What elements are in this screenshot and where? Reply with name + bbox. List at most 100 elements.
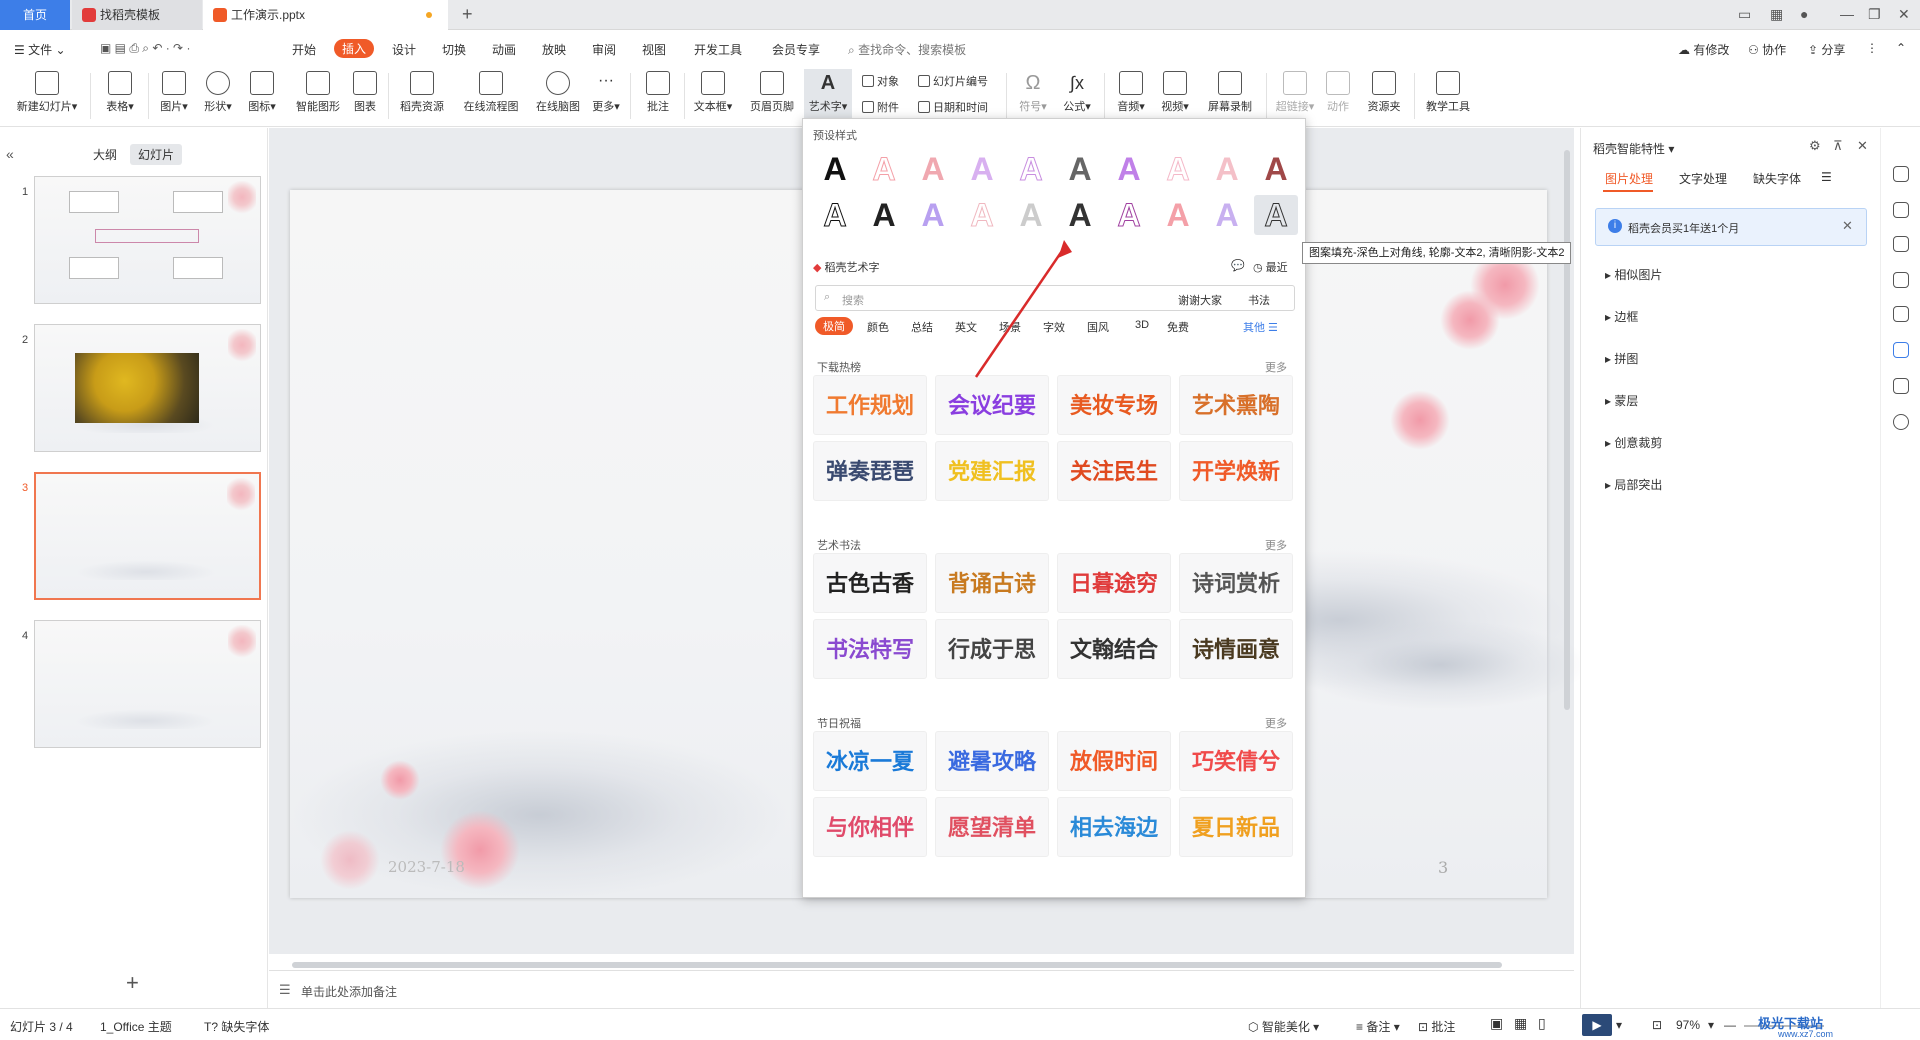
modified-button[interactable]: ☁ 有修改 — [1678, 41, 1729, 58]
minimize-icon[interactable]: — — [1840, 6, 1854, 22]
tab-docer-templates[interactable]: 找稻壳模板 — [72, 0, 202, 30]
teaching-tool-button[interactable]: 教学工具 — [1422, 71, 1474, 114]
zoom-out-button[interactable]: — — [1724, 1018, 1736, 1032]
hyperlink-button[interactable]: 超链接▾ — [1274, 71, 1316, 114]
avatar[interactable]: ● — [1800, 6, 1808, 22]
wordart-template-card[interactable]: 行成于思 — [935, 619, 1049, 679]
slide-thumb-1[interactable] — [34, 176, 261, 304]
quick-access-icons[interactable]: ▣ ▤ ⎙ ⌕ ↶ · ↷ · — [100, 41, 190, 56]
menu-start[interactable]: 开始 — [292, 41, 316, 58]
tab-outline[interactable]: 大纲 — [85, 144, 125, 165]
smart-feature-icon[interactable] — [1893, 342, 1909, 358]
grid-icon[interactable]: ▦ — [1770, 6, 1783, 23]
normal-view-icon[interactable]: ▣ — [1490, 1015, 1503, 1032]
slide-number-button[interactable]: 幻灯片编号 — [918, 73, 988, 89]
share-button[interactable]: ⇪ 分享 — [1808, 41, 1845, 58]
video-button[interactable]: 视频▾ — [1156, 71, 1194, 114]
menu-design[interactable]: 设计 — [392, 41, 416, 58]
tab-text-processing[interactable]: 文字处理 — [1679, 170, 1727, 187]
wordart-template-card[interactable]: 工作规划 — [813, 375, 927, 435]
shape-button[interactable]: 形状▾ — [198, 71, 238, 114]
tab-home[interactable]: 首页 — [0, 0, 70, 30]
wordart-template-card[interactable]: 愿望清单 — [935, 797, 1049, 857]
command-search[interactable]: ⌕ 查找命令、搜索模板 — [848, 41, 966, 58]
wordart-template-card[interactable]: 避暑攻略 — [935, 731, 1049, 791]
menu-transition[interactable]: 切换 — [442, 41, 466, 58]
accordion-similar-images[interactable]: ▸ 相似图片 — [1605, 266, 1662, 283]
copy-icon[interactable] — [1893, 272, 1909, 288]
textbox-button[interactable]: 文本框▾ — [690, 71, 736, 114]
close-banner-icon[interactable]: ✕ — [1842, 218, 1853, 234]
wordart-template-card[interactable]: 与你相伴 — [813, 797, 927, 857]
accordion-creative-crop[interactable]: ▸ 创意裁剪 — [1605, 434, 1662, 451]
accordion-mask[interactable]: ▸ 蒙层 — [1605, 392, 1638, 409]
online-flowchart-button[interactable]: 在线流程图 — [458, 71, 524, 114]
menu-devtools[interactable]: 开发工具 — [694, 41, 742, 58]
comment-button[interactable]: 批注 — [638, 71, 678, 114]
more-button[interactable]: ··· 更多▾ — [590, 71, 622, 114]
icon-button[interactable]: 图标▾ — [242, 71, 282, 114]
adjust-icon[interactable] — [1893, 202, 1909, 218]
file-menu[interactable]: ☰ 文件 ⌄ — [14, 41, 66, 58]
slide-thumb-4[interactable] — [34, 620, 261, 748]
more-icon[interactable]: ⋮ — [1866, 41, 1878, 55]
wordart-template-card[interactable]: 书法特写 — [813, 619, 927, 679]
notes-toggle-button[interactable]: ≡ 备注 ▾ — [1356, 1018, 1400, 1035]
missing-font-button[interactable]: T? 缺失字体 — [204, 1018, 269, 1035]
close-icon[interactable]: ✕ — [1898, 6, 1910, 23]
collab-button[interactable]: ⚇ 协作 — [1748, 41, 1786, 58]
menu-slideshow[interactable]: 放映 — [542, 41, 566, 58]
help-icon[interactable] — [1893, 414, 1909, 430]
smart-beautify-button[interactable]: ⬡ 智能美化 ▾ — [1248, 1018, 1319, 1035]
magic-icon[interactable] — [1893, 236, 1909, 252]
wordart-button[interactable]: A 艺术字▾ — [804, 69, 852, 119]
member-banner[interactable]: i 稻壳会员买1年送1个月 ✕ — [1595, 208, 1867, 246]
menu-member[interactable]: 会员专享 — [772, 41, 820, 58]
fit-window-icon[interactable]: ⊡ — [1652, 1018, 1662, 1032]
panel-title[interactable]: 稻壳智能特性 ▾ — [1593, 140, 1674, 157]
accordion-collage[interactable]: ▸ 拼图 — [1605, 350, 1638, 367]
wordart-template-card[interactable]: 巧笑倩兮 — [1179, 731, 1293, 791]
wordart-template-card[interactable]: 夏日新品 — [1179, 797, 1293, 857]
wordart-template-card[interactable]: 诗情画意 — [1179, 619, 1293, 679]
object-button[interactable]: 对象 — [862, 73, 899, 89]
wordart-template-card[interactable]: 背诵古诗 — [935, 553, 1049, 613]
close-panel-icon[interactable]: ✕ — [1857, 138, 1868, 154]
slide-date[interactable]: 2023-7-18 — [388, 858, 465, 876]
notes-pane[interactable]: ☰ 单击此处添加备注 — [269, 970, 1574, 1008]
new-slide-button[interactable]: 新建幻灯片▾ — [12, 71, 82, 114]
wordart-template-card[interactable]: 古色古香 — [813, 553, 927, 613]
image-edit-icon[interactable] — [1893, 306, 1909, 322]
comment-toggle-button[interactable]: ⊡ 批注 — [1418, 1018, 1455, 1035]
accordion-highlight[interactable]: ▸ 局部突出 — [1605, 476, 1662, 493]
datetime-button[interactable]: 日期和时间 — [918, 99, 988, 115]
rocket-icon[interactable] — [1893, 166, 1909, 182]
tab-slides[interactable]: 幻灯片 — [130, 144, 183, 165]
wordart-template-card[interactable]: 诗词赏析 — [1179, 553, 1293, 613]
zoom-dropdown-icon[interactable]: ▾ — [1708, 1018, 1714, 1032]
slide-page-number[interactable]: 3 — [1438, 858, 1448, 877]
sorter-view-icon[interactable]: ▦ — [1514, 1015, 1527, 1032]
screen-record-button[interactable]: 屏幕录制 — [1202, 71, 1258, 114]
accordion-border[interactable]: ▸ 边框 — [1605, 308, 1638, 325]
play-options-icon[interactable]: ▾ — [1616, 1018, 1622, 1032]
add-slide-button[interactable]: + — [126, 970, 139, 996]
tab-document[interactable]: 工作演示.pptx — [203, 0, 448, 30]
menu-insert[interactable]: 插入 — [334, 39, 375, 58]
tab-menu-icon[interactable]: ☰ — [1821, 170, 1832, 184]
book-icon[interactable] — [1893, 378, 1909, 394]
new-tab-button[interactable]: + — [462, 4, 473, 25]
menu-review[interactable]: 审阅 — [592, 41, 616, 58]
horizontal-scrollbar[interactable] — [292, 962, 1502, 968]
wordart-template-card[interactable]: 关注民生 — [1057, 441, 1171, 501]
slide-thumb-3[interactable] — [34, 472, 261, 600]
table-button[interactable]: 表格▾ — [100, 71, 140, 114]
online-mindmap-button[interactable]: 在线脑图 — [530, 71, 586, 114]
collapse-ribbon-icon[interactable]: ⌃ — [1896, 41, 1906, 55]
restore-icon[interactable]: ❐ — [1868, 6, 1881, 23]
action-button[interactable]: 动作 — [1322, 71, 1354, 114]
tab-missing-fonts[interactable]: 缺失字体 — [1753, 170, 1801, 187]
menu-animation[interactable]: 动画 — [492, 41, 516, 58]
image-button[interactable]: 图片▾ — [154, 71, 194, 114]
reading-view-icon[interactable]: ▯ — [1538, 1015, 1546, 1032]
